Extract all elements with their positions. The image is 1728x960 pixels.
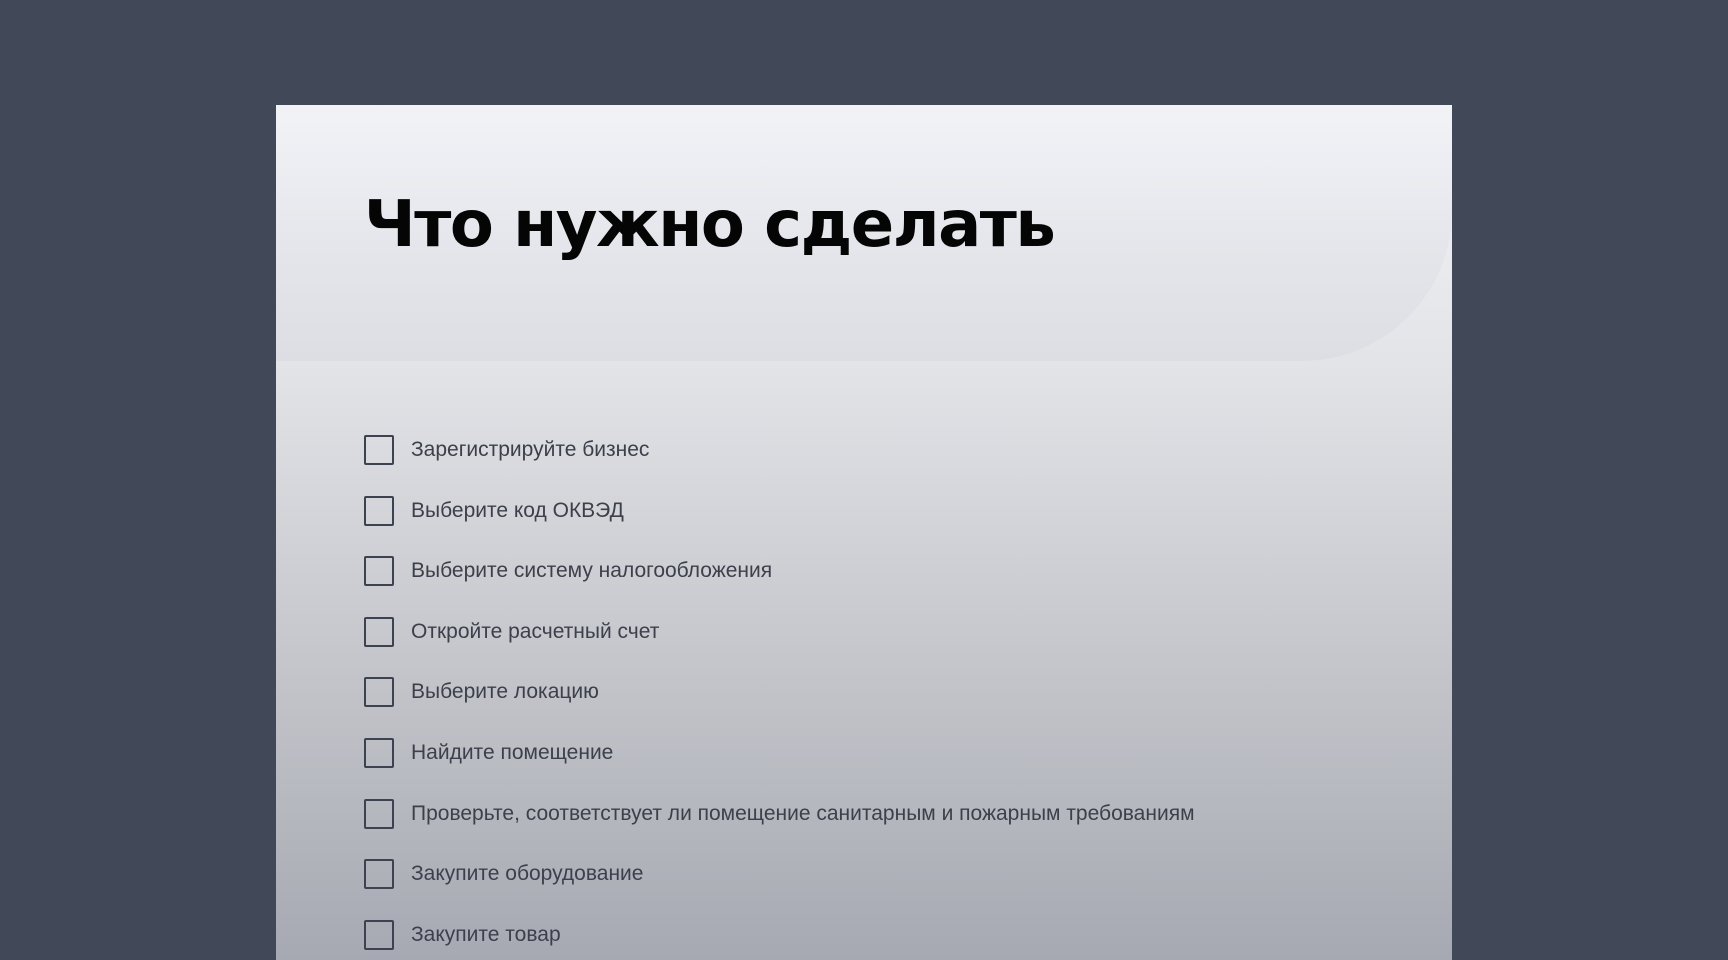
task-item[interactable]: Выберите локацию: [364, 677, 1195, 708]
task-label: Закупите оборудование: [411, 862, 644, 886]
task-label: Найдите помещение: [411, 740, 614, 764]
task-checkbox[interactable]: [364, 435, 394, 465]
task-checkbox[interactable]: [364, 556, 394, 587]
task-checkbox[interactable]: [364, 677, 394, 708]
task-label: Выберите локацию: [411, 680, 599, 704]
task-list: Зарегистрируйте бизнес Выберите код ОКВЭ…: [364, 435, 1195, 960]
task-item[interactable]: Выберите код ОКВЭД: [364, 495, 1195, 526]
task-item[interactable]: Закупите товар: [364, 919, 1195, 950]
checklist-card: Что нужно сделать Зарегистрируйте бизнес…: [276, 105, 1452, 960]
task-label: Откройте расчетный счет: [411, 619, 660, 643]
task-checkbox[interactable]: [364, 798, 394, 829]
task-label: Выберите код ОКВЭД: [411, 498, 624, 522]
task-item[interactable]: Проверьте, соответствует ли помещение са…: [364, 798, 1195, 829]
task-label: Зарегистрируйте бизнес: [411, 438, 650, 461]
task-label: Закупите товар: [411, 922, 561, 946]
task-checkbox[interactable]: [364, 616, 394, 647]
task-item[interactable]: Откройте расчетный счет: [364, 616, 1195, 647]
task-label: Проверьте, соответствует ли помещение са…: [411, 801, 1195, 825]
task-checkbox[interactable]: [364, 919, 394, 950]
task-item[interactable]: Зарегистрируйте бизнес: [364, 435, 1195, 465]
task-checkbox[interactable]: [364, 495, 394, 526]
task-label: Выберите систему налогообложения: [411, 559, 773, 583]
task-item[interactable]: Выберите систему налогообложения: [364, 556, 1195, 587]
task-checkbox[interactable]: [364, 737, 394, 768]
task-checkbox[interactable]: [364, 859, 394, 890]
page-title: Что нужно сделать: [364, 188, 1056, 262]
task-item[interactable]: Найдите помещение: [364, 737, 1195, 768]
task-item[interactable]: Закупите оборудование: [364, 859, 1195, 890]
